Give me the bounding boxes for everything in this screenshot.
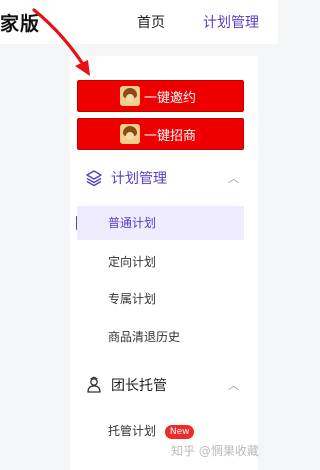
red-arrow-annotation [32, 8, 90, 76]
watermark: 知乎 @惘果收藏 [171, 444, 259, 458]
